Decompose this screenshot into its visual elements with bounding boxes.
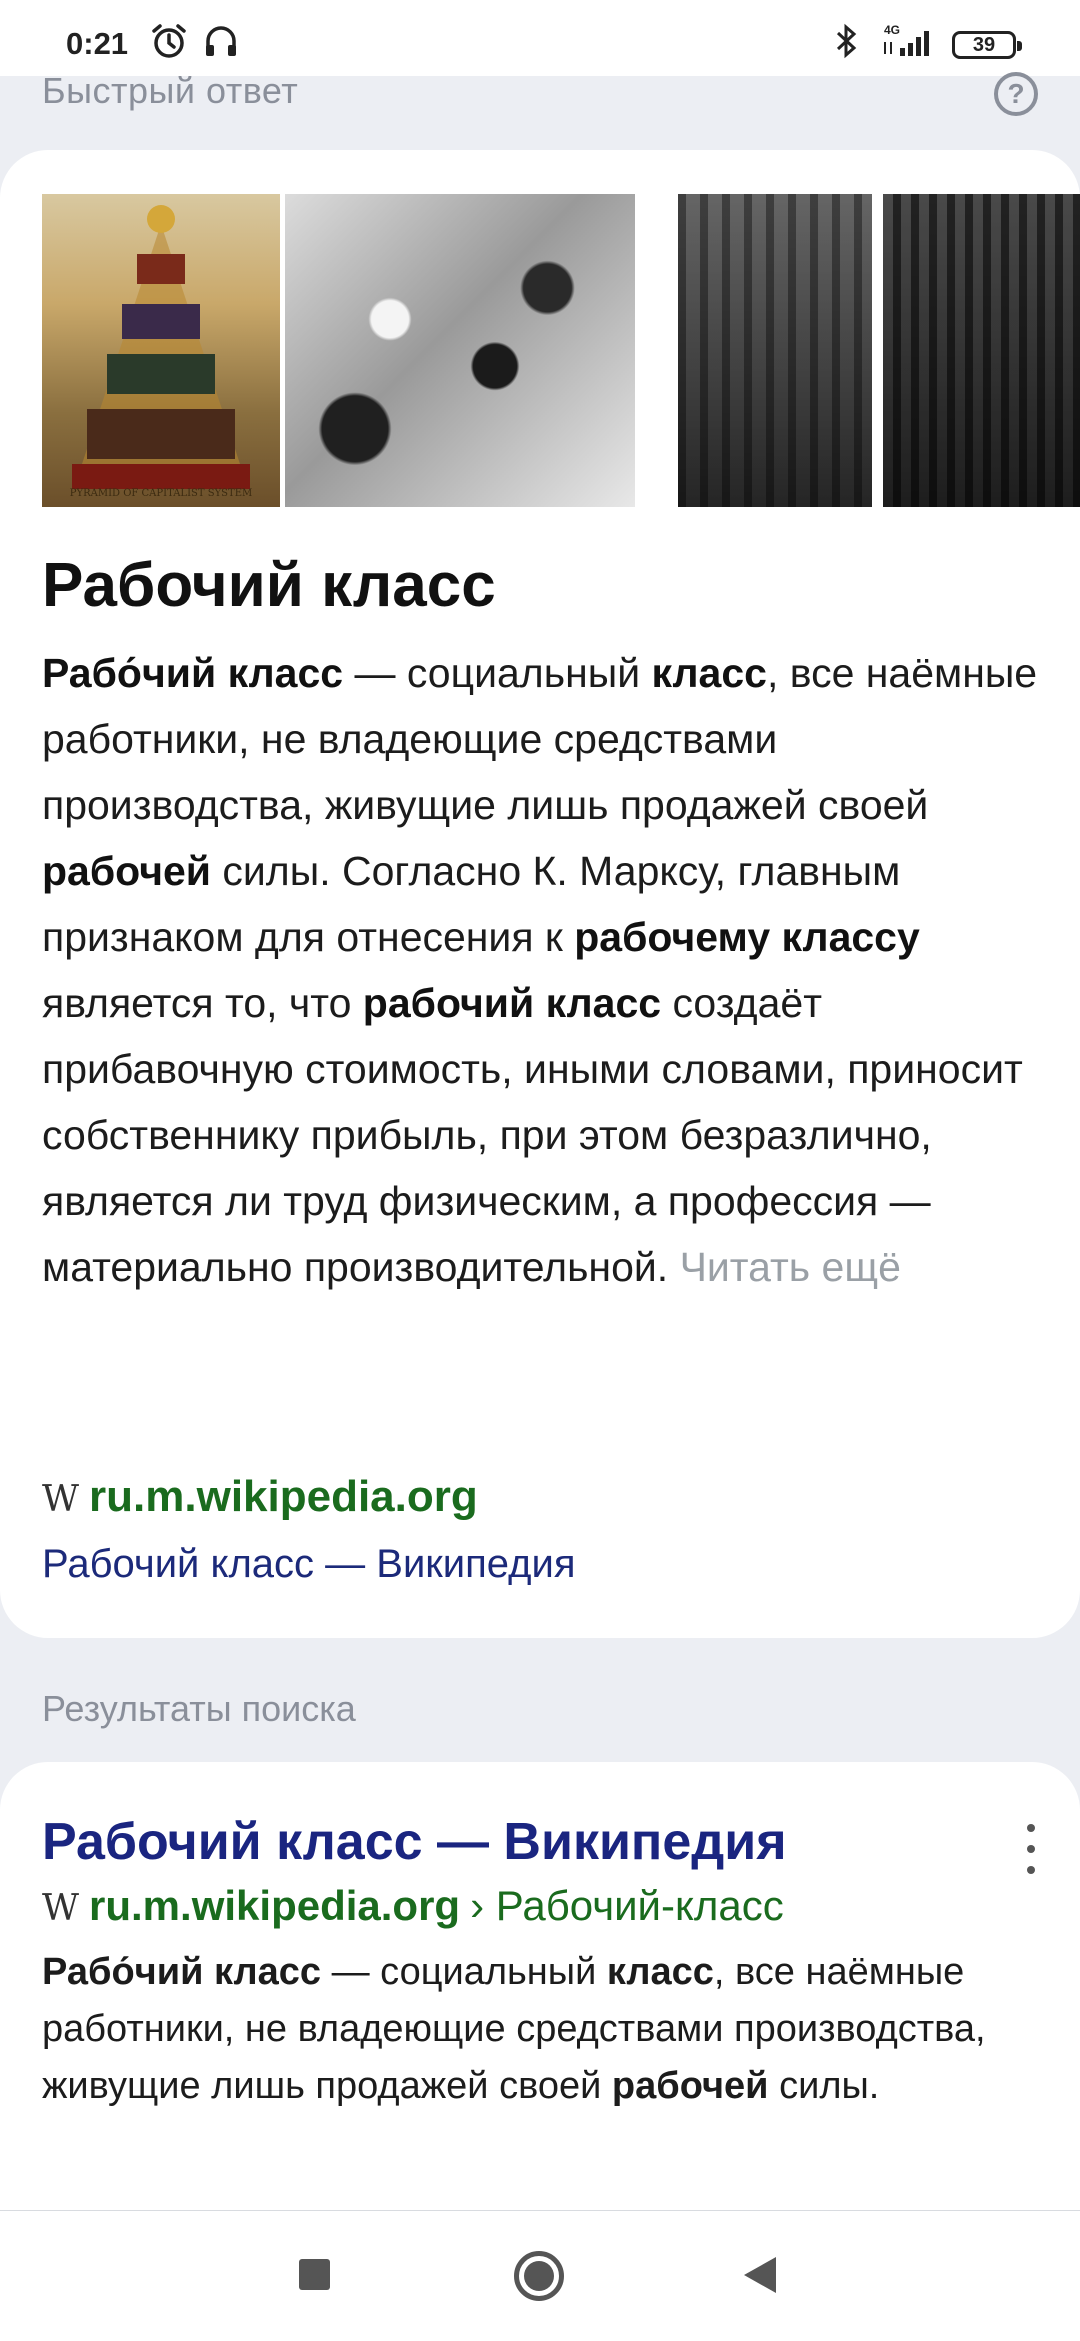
back-button[interactable] — [744, 2257, 776, 2293]
result-url[interactable]: W ru.m.wikipedia.org › Рабочий-класс — [42, 1882, 784, 1930]
gallery-image-textile[interactable] — [883, 194, 1080, 507]
alarm-icon — [150, 22, 188, 65]
read-more-link[interactable]: Читать ещё — [680, 1244, 901, 1290]
answer-body-segment: рабочему классу — [574, 914, 920, 960]
answer-body-segment: класс — [651, 650, 767, 696]
result-snippet-segment: силы. — [768, 2065, 880, 2107]
help-icon[interactable]: ? — [994, 72, 1038, 116]
answer-body-segment: Рабо́чий класс — [42, 650, 344, 696]
source-domain[interactable]: ru.m.wikipedia.org — [89, 1472, 478, 1522]
result-snippet-segment: класс — [606, 1951, 714, 1993]
wikipedia-icon: W — [42, 1479, 80, 1520]
answer-body-text: Рабо́чий класс — социальный класс, все н… — [42, 650, 1037, 1290]
answer-body-segment: рабочей — [42, 848, 212, 894]
battery-level: 39 — [972, 33, 996, 56]
result-title[interactable]: Рабочий класс — Википедия — [42, 1812, 787, 1872]
source-row[interactable]: W ru.m.wikipedia.org — [42, 1472, 478, 1522]
home-button[interactable] — [514, 2251, 564, 2301]
recent-apps-button[interactable] — [299, 2259, 330, 2290]
wikipedia-icon: W — [42, 1888, 80, 1929]
status-bar: 0:21 4G 39 — [0, 0, 1080, 76]
search-result[interactable]: Рабочий класс — Википедия W ru.m.wikiped… — [0, 1762, 1080, 2232]
result-snippet-segment: рабочей — [611, 2065, 769, 2107]
image-gallery[interactable]: PYRAMID OF CAPITALIST SYSTEM — [42, 194, 1080, 507]
answer-body: Рабо́чий класс — социальный класс, все н… — [42, 640, 1052, 1300]
network-label: 4G — [884, 23, 900, 37]
answer-body-segment: является то, что — [42, 980, 363, 1026]
result-path[interactable]: › Рабочий-класс — [470, 1882, 784, 1930]
source-link[interactable]: Рабочий класс — Википедия — [42, 1542, 576, 1587]
result-snippet-segment: Рабо́чий класс — [42, 1951, 322, 1993]
result-snippet: Рабо́чий класс — социальный класс, все н… — [42, 1944, 1052, 2115]
bluetooth-icon — [832, 22, 862, 65]
results-header: Результаты поиска — [42, 1688, 356, 1729]
gallery-image-pyramid[interactable]: PYRAMID OF CAPITALIST SYSTEM — [42, 194, 280, 507]
answer-body-segment: рабочий класс — [362, 980, 662, 1026]
quick-answer-card: PYRAMID OF CAPITALIST SYSTEM Рабочий кла… — [0, 150, 1080, 1638]
image-caption: PYRAMID OF CAPITALIST SYSTEM — [69, 488, 253, 499]
status-time: 0:21 — [66, 26, 129, 61]
more-options-icon[interactable] — [1016, 1824, 1046, 1874]
battery-icon: 39 — [952, 31, 1022, 59]
headset-icon — [202, 22, 240, 65]
answer-body-segment: — социальный — [343, 650, 652, 696]
signal-icon: 4G — [880, 22, 940, 65]
result-domain[interactable]: ru.m.wikipedia.org — [89, 1882, 460, 1930]
answer-title: Рабочий класс — [42, 551, 496, 620]
gallery-image-factory[interactable] — [678, 194, 872, 507]
result-snippet-segment: — социальный — [321, 1951, 607, 1993]
navigation-bar — [0, 2210, 1080, 2341]
quick-answer-header: Быстрый ответ — [42, 70, 299, 111]
gallery-image-riot[interactable] — [285, 194, 635, 507]
